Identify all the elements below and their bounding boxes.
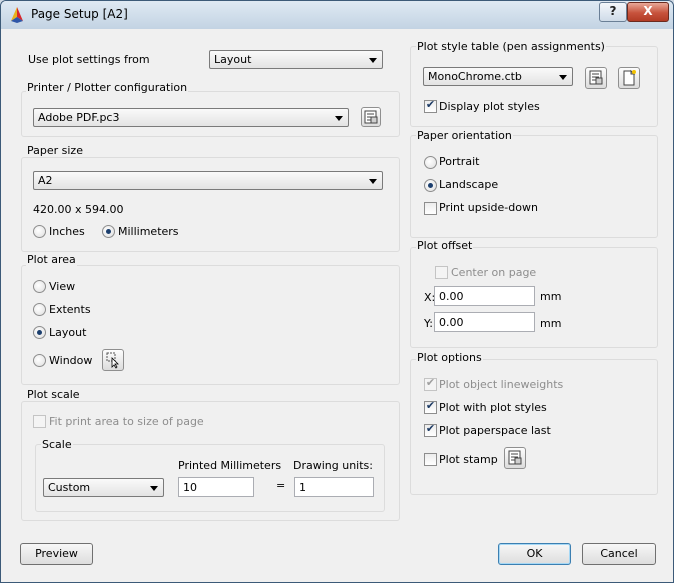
plot-area-window-label: Window (49, 354, 93, 367)
lineweights-checkbox[interactable]: ✔ (424, 376, 437, 391)
plot-area-group (21, 265, 400, 385)
fit-to-page-checkbox[interactable] (33, 415, 46, 428)
plot-area-extents-label: Extents (49, 303, 91, 316)
equals-sign: = (276, 479, 286, 492)
plot-settings-value: Layout (214, 53, 252, 66)
paperspace-last-checkbox[interactable]: ✔ (424, 422, 437, 437)
plot-style-value: MonoChrome.ctb (428, 70, 522, 83)
app-icon (11, 7, 23, 23)
plot-stamp-label: Plot stamp (439, 453, 498, 466)
inches-radio[interactable] (33, 225, 46, 238)
y-offset-input[interactable]: 0.00 (434, 312, 535, 332)
plot-offset-label: Plot offset (416, 239, 474, 252)
window-title: Page Setup [A2] (31, 7, 128, 21)
paperspace-last-label: Plot paperspace last (439, 424, 551, 437)
cancel-button[interactable]: Cancel (582, 543, 656, 565)
paper-size-label: Paper size (26, 144, 84, 157)
lineweights-label: Plot object lineweights (439, 378, 564, 391)
drawing-units-label: Drawing units: (293, 459, 373, 472)
x-offset-unit: mm (540, 290, 562, 303)
printer-dropdown[interactable]: Adobe PDF.pc3 (33, 108, 349, 127)
dialog-content: Use plot settings from Layout Printer / … (1, 29, 673, 582)
properties-icon (364, 110, 378, 124)
x-offset-input[interactable]: 0.00 (434, 286, 535, 306)
inches-label: Inches (49, 225, 85, 238)
scale-label: Scale (41, 438, 73, 451)
center-on-page-label: Center on page (451, 266, 537, 279)
scale-dropdown[interactable]: Custom (43, 478, 164, 497)
drawing-units-input[interactable]: 1 (294, 477, 374, 497)
close-button[interactable]: X (627, 2, 669, 22)
plot-settings-label: Use plot settings from (28, 53, 150, 66)
chevron-down-icon (150, 486, 158, 491)
millimeters-label: Millimeters (118, 225, 179, 238)
page-setup-dialog: Page Setup [A2] ? X Use plot settings fr… (0, 0, 674, 583)
center-on-page-checkbox[interactable] (435, 266, 448, 279)
plot-settings-dropdown[interactable]: Layout (209, 50, 383, 69)
y-offset-label: Y: (424, 317, 433, 330)
y-offset-value: 0.00 (439, 316, 464, 329)
chevron-down-icon (369, 58, 377, 63)
upside-down-checkbox[interactable] (424, 202, 437, 215)
drawing-units-value: 1 (299, 481, 306, 494)
orientation-label: Paper orientation (416, 129, 513, 142)
ok-button[interactable]: OK (498, 543, 571, 565)
check-mark-icon: ✔ (425, 422, 436, 435)
plot-with-styles-checkbox[interactable]: ✔ (424, 399, 437, 414)
portrait-label: Portrait (439, 155, 480, 168)
plot-stamp-checkbox[interactable] (424, 453, 437, 466)
plot-with-styles-label: Plot with plot styles (439, 401, 547, 414)
x-offset-value: 0.00 (439, 290, 464, 303)
preview-button[interactable]: Preview (20, 543, 93, 565)
help-button[interactable]: ? (599, 2, 627, 22)
y-offset-unit: mm (540, 317, 562, 330)
title-bar[interactable]: Page Setup [A2] ? X (1, 1, 673, 30)
plot-area-label: Plot area (26, 253, 77, 266)
plot-area-window-radio[interactable] (33, 354, 46, 367)
new-plot-style-button[interactable] (618, 67, 640, 89)
plot-area-view-label: View (49, 280, 76, 293)
paper-size-dropdown[interactable]: A2 (33, 171, 383, 190)
printed-mm-input[interactable]: 10 (178, 477, 254, 497)
chevron-down-icon (335, 116, 343, 121)
plot-stamp-settings-button[interactable] (504, 447, 526, 469)
printer-group-label: Printer / Plotter configuration (26, 81, 189, 94)
paper-size-value: A2 (38, 174, 53, 187)
stamp-settings-icon (508, 450, 522, 465)
chevron-down-icon (369, 179, 377, 184)
plot-scale-label: Plot scale (26, 388, 81, 401)
edit-plot-style-button[interactable] (585, 67, 607, 89)
plot-area-view-radio[interactable] (33, 280, 46, 293)
landscape-label: Landscape (439, 178, 499, 191)
window-pick-button[interactable] (102, 349, 124, 371)
chevron-down-icon (559, 75, 567, 80)
plot-style-dropdown[interactable]: MonoChrome.ctb (423, 67, 573, 86)
paper-dimensions: 420.00 x 594.00 (33, 203, 124, 216)
plot-style-label: Plot style table (pen assignments) (416, 40, 606, 53)
printed-mm-label: Printed Millimeters (178, 459, 282, 472)
plot-options-label: Plot options (416, 351, 483, 364)
check-mark-icon: ✔ (425, 376, 436, 389)
plot-area-layout-radio[interactable] (33, 326, 46, 339)
portrait-radio[interactable] (424, 156, 437, 169)
check-mark-icon: ✔ (425, 399, 436, 412)
edit-style-icon (589, 70, 603, 85)
scale-value: Custom (48, 481, 91, 494)
check-mark-icon: ✔ (425, 98, 436, 111)
display-plot-styles-checkbox[interactable]: ✔ (424, 98, 437, 113)
millimeters-radio[interactable] (102, 225, 115, 238)
plot-area-layout-label: Layout (49, 326, 87, 339)
plot-area-extents-radio[interactable] (33, 303, 46, 316)
display-plot-styles-label: Display plot styles (439, 100, 540, 113)
printer-value: Adobe PDF.pc3 (38, 111, 120, 124)
printed-mm-value: 10 (183, 481, 197, 494)
fit-to-page-label: Fit print area to size of page (49, 415, 204, 428)
printer-properties-button[interactable] (361, 107, 381, 127)
window-select-icon (106, 352, 119, 369)
landscape-radio[interactable] (424, 179, 437, 192)
new-document-icon (623, 69, 636, 86)
upside-down-label: Print upside-down (439, 201, 538, 214)
